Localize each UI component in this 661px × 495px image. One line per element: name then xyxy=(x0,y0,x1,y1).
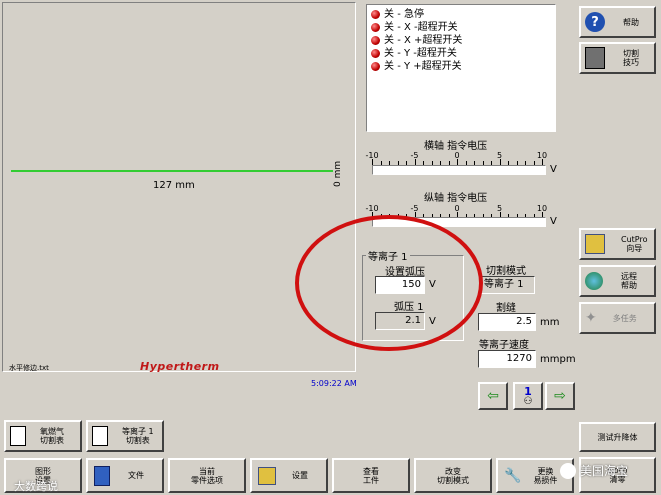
help-button[interactable]: ? 帮助 xyxy=(579,6,656,38)
plasma-cut-table-button[interactable]: 等离子 1 切割表 xyxy=(86,420,164,452)
bike-green-right-icon: ⇨ xyxy=(554,388,566,404)
multitask-button[interactable]: ✦ 多任务 xyxy=(579,302,656,334)
status-text: - X +超程开关 xyxy=(397,35,463,46)
status-list: 关 - 急停关 - X -超程开关关 - X +超程开关关 - Y -超程开关关… xyxy=(366,4,556,132)
watermark-left: 大数跨说 xyxy=(14,480,58,493)
gas-cut-table-button[interactable]: 氧燃气 切割表 xyxy=(4,420,82,452)
side-dimension-label: 0 mm xyxy=(333,160,343,187)
status-led-icon xyxy=(371,9,380,19)
cut-tips-label: 切割 技巧 xyxy=(623,49,639,67)
status-text: - 急停 xyxy=(397,9,424,20)
bike-icon: ⚇ xyxy=(523,395,533,407)
station-number: 1 xyxy=(524,384,532,398)
status-text: - Y +超程开关 xyxy=(397,61,462,72)
transverse-axis-title: 横轴 指令电压 xyxy=(424,141,488,152)
file-button[interactable]: 文件 xyxy=(86,458,164,493)
kerf-unit: mm xyxy=(540,317,560,328)
remote-help-icon xyxy=(585,272,603,290)
status-led-icon xyxy=(371,22,380,32)
status-row: 关 - 急停 xyxy=(371,8,551,21)
wechat-icon xyxy=(560,462,576,479)
status-row: 关 - X -超程开关 xyxy=(371,21,551,34)
transverse-voltage-bar xyxy=(372,165,546,175)
help-label: 帮助 xyxy=(623,17,639,27)
speed-unit: mmpm xyxy=(540,354,576,365)
status-text: - X -超程开关 xyxy=(397,22,458,33)
annotation-circle xyxy=(295,215,483,351)
status-led-icon xyxy=(371,35,380,45)
status-state: 关 xyxy=(384,22,398,33)
status-row: 关 - Y +超程开关 xyxy=(371,60,551,73)
station-right-button[interactable]: ⇨ xyxy=(545,382,575,410)
table-icon xyxy=(92,426,108,446)
wrench-icon: 🔧 xyxy=(504,467,522,484)
station-one-button[interactable]: 1 ⚇ xyxy=(513,382,543,410)
watermark-right: 美国海宝 xyxy=(560,462,628,479)
remote-help-button[interactable]: 远程 帮助 xyxy=(579,265,656,297)
hypertherm-logo: Hypertherm xyxy=(140,360,220,373)
change-cut-mode-label: 改变 切割模式 xyxy=(437,466,469,485)
cut-tips-icon xyxy=(585,47,605,69)
status-state: 关 xyxy=(384,35,398,46)
replace-consumables-label: 更换 易损件 xyxy=(533,466,558,485)
gas-cut-table-label: 氧燃气 切割表 xyxy=(40,427,64,445)
help-icon: ? xyxy=(585,12,605,32)
transverse-axis-scale: -10 -5 0 5 10 xyxy=(365,151,547,165)
change-cut-mode-button[interactable]: 改变 切割模式 xyxy=(414,458,492,493)
cut-tips-button[interactable]: 切割 技巧 xyxy=(579,42,656,74)
view-part-button[interactable]: 查看 工件 xyxy=(332,458,410,493)
clock-time: 5:09:22 AM xyxy=(311,379,357,388)
status-state: 关 xyxy=(384,48,398,59)
multitask-icon: ✦ xyxy=(585,310,597,326)
setup-label: 设置 xyxy=(292,471,308,480)
filename-label: 水平修边.txt xyxy=(9,364,49,372)
status-row: 关 - Y -超程开关 xyxy=(371,47,551,60)
status-state: 关 xyxy=(384,9,398,20)
remote-help-label: 远程 帮助 xyxy=(621,272,637,290)
kerf-label: 割缝 xyxy=(496,303,516,314)
plasma-cut-table-label: 等离子 1 切割表 xyxy=(122,427,154,445)
dimension-label: 127 mm xyxy=(153,180,195,191)
bike-green-left-icon: ⇦ xyxy=(487,388,499,404)
file-label: 文件 xyxy=(128,471,144,480)
cut-mode-label: 切割模式 xyxy=(486,266,526,277)
current-part-options-button[interactable]: 当前 零件选项 xyxy=(168,458,246,493)
test-lifter-label: 测试升降体 xyxy=(597,432,638,442)
table-icon xyxy=(10,426,26,446)
status-led-icon xyxy=(371,61,380,71)
transverse-unit: V xyxy=(550,164,557,175)
status-led-icon xyxy=(371,48,380,58)
cutpro-icon xyxy=(585,234,605,254)
setup-icon xyxy=(258,466,276,485)
test-lifter-button[interactable]: 测试升降体 xyxy=(579,422,656,452)
part-line xyxy=(11,170,333,172)
watermark-right-text: 美国海宝 xyxy=(580,464,629,478)
multitask-label: 多任务 xyxy=(612,313,637,323)
cutpro-label: CutPro 向导 xyxy=(621,235,648,253)
cutpro-button[interactable]: CutPro 向导 xyxy=(579,228,656,260)
status-row: 关 - X +超程开关 xyxy=(371,34,551,47)
view-part-label: 查看 工件 xyxy=(363,466,379,485)
longitudinal-axis-title: 纵轴 指令电压 xyxy=(424,193,488,204)
status-state: 关 xyxy=(384,61,398,72)
longitudinal-unit: V xyxy=(550,216,557,227)
station-left-button[interactable]: ⇦ xyxy=(478,382,508,410)
setup-button[interactable]: 设置 xyxy=(250,458,328,493)
file-icon xyxy=(94,465,110,486)
current-part-options-label: 当前 零件选项 xyxy=(191,466,223,485)
status-text: - Y -超程开关 xyxy=(397,48,457,59)
